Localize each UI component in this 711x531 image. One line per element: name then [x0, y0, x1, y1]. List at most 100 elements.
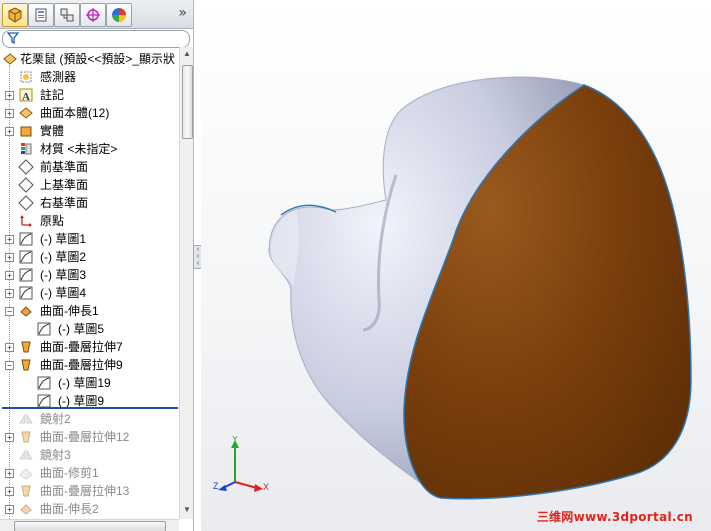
tree-item-label: 曲面本體(12)	[40, 106, 110, 120]
scroll-up-icon[interactable]: ▲	[181, 49, 193, 61]
mirror-icon	[19, 413, 33, 424]
tree-item-label: 曲面-修剪1	[40, 466, 99, 480]
tree-vertical-scrollbar[interactable]: ▲ ▼	[179, 47, 193, 519]
tree-filter-field[interactable]	[2, 30, 190, 48]
triad-x-label: X	[263, 482, 269, 492]
tree-item[interactable]: (-) 草圖5	[0, 320, 179, 338]
triad-z-label: Z	[213, 481, 219, 491]
expand-toggle[interactable]: +	[5, 469, 14, 478]
tree-item[interactable]: + 實體	[0, 122, 179, 140]
expand-toggle[interactable]: +	[5, 253, 14, 262]
dimxpert-manager-icon	[86, 8, 100, 22]
surface-loft-icon	[21, 485, 31, 497]
sketch-icon	[19, 268, 33, 282]
tree-item[interactable]: − 曲面-疊層拉伸9	[0, 356, 179, 374]
tree-item-label: (-) 草圖5	[58, 322, 104, 336]
expand-toggle[interactable]: +	[5, 91, 14, 100]
expand-toggle[interactable]: +	[5, 343, 14, 352]
tree-horizontal-scrollbar[interactable]	[0, 519, 179, 531]
tab-display-manager[interactable]	[106, 3, 132, 27]
tree-item-label: (-) 草圖3	[40, 268, 86, 282]
tab-property-manager[interactable]	[28, 3, 54, 27]
tree-item[interactable]: + (-) 草圖3	[0, 266, 179, 284]
tree-item[interactable]: 感測器	[0, 68, 179, 86]
annotation-icon: A	[19, 88, 33, 103]
tree-item[interactable]: + A 註記	[0, 86, 179, 104]
tree-item-label: 曲面-疊層拉伸9	[40, 358, 123, 372]
tree-item[interactable]: − 曲面-伸長1	[0, 302, 179, 320]
tree-item-label: 感測器	[40, 70, 77, 84]
surface-loft-icon	[21, 431, 31, 443]
tree-item[interactable]: 鏡射2	[0, 410, 179, 428]
tree-item[interactable]: + 曲面本體(12)	[0, 104, 179, 122]
tree-item[interactable]: 原點	[0, 212, 179, 230]
tree-item-label: 曲面-疊層拉伸13	[40, 484, 130, 498]
expand-toggle[interactable]: +	[5, 505, 14, 514]
scroll-thumb[interactable]	[182, 65, 193, 139]
tree-item-label: 鏡射3	[40, 448, 71, 462]
surface-trim-icon	[19, 468, 33, 480]
tree-item[interactable]: 鏡射3	[0, 446, 179, 464]
tree-item[interactable]: + 曲面-伸長2	[0, 500, 179, 518]
filter-icon	[7, 32, 19, 44]
tree-item-label: (-) 草圖4	[40, 286, 86, 300]
graphics-area[interactable]: Y X Z 三维网www.3dportal.cn	[201, 0, 711, 531]
tabs-overflow-button[interactable]: »	[178, 5, 187, 21]
feature-tree: 花栗鼠 (預設<<預設>_顯示狀 感測器 + A 註記 + 曲面本體(12) + 實體 材質 <未…	[0, 47, 179, 519]
plane-icon	[18, 177, 34, 193]
tab-configuration-manager[interactable]	[54, 3, 80, 27]
tree-item[interactable]: + 曲面-疊層拉伸7	[0, 338, 179, 356]
tree-item-label: (-) 草圖1	[40, 232, 86, 246]
expand-toggle[interactable]: +	[5, 127, 14, 136]
plane-icon	[18, 195, 34, 211]
triad-y-label: Y	[232, 436, 238, 444]
tree-item-label: (-) 草圖19	[58, 376, 111, 390]
collapse-toggle[interactable]: −	[5, 361, 14, 370]
tab-dimxpert-manager[interactable]	[80, 3, 106, 27]
tree-item-label: 材質 <未指定>	[40, 142, 118, 156]
tree-item[interactable]: 右基準面	[0, 194, 179, 212]
tree-item[interactable]: 材質 <未指定>	[0, 140, 179, 158]
feature-manager-icon	[8, 7, 22, 23]
collapse-toggle[interactable]: −	[5, 307, 14, 316]
scroll-down-icon[interactable]: ▼	[181, 505, 193, 517]
tree-item[interactable]: 上基準面	[0, 176, 179, 194]
expand-toggle[interactable]: +	[5, 109, 14, 118]
tree-item[interactable]: 前基準面	[0, 158, 179, 176]
tree-item[interactable]: + (-) 草圖2	[0, 248, 179, 266]
tree-root-part[interactable]: 花栗鼠 (預設<<預設>_顯示狀	[0, 50, 179, 68]
sensor-icon	[20, 71, 32, 83]
tree-item[interactable]: + (-) 草圖4	[0, 284, 179, 302]
tree-item[interactable]: + 曲面-疊層拉伸13	[0, 482, 179, 500]
tree-root-label: 花栗鼠 (預設<<預設>_顯示狀	[20, 52, 176, 66]
rollback-bar[interactable]	[2, 407, 178, 409]
sketch-icon	[37, 322, 51, 336]
tree-item-label: (-) 草圖2	[40, 250, 86, 264]
display-manager-icon	[112, 8, 126, 22]
tree-item-label: 曲面-伸長2	[40, 502, 99, 516]
watermark: 三维网www.3dportal.cn	[536, 510, 693, 524]
snout-shading	[270, 210, 299, 285]
expand-toggle[interactable]: +	[5, 433, 14, 442]
expand-toggle[interactable]: +	[5, 235, 14, 244]
tree-item-label: 實體	[40, 124, 65, 138]
tab-feature-manager[interactable]	[2, 3, 28, 27]
view-orientation-triad: Y X Z	[213, 436, 269, 492]
surface-bodies-icon	[19, 107, 33, 119]
chipmunk-head-model	[268, 76, 692, 500]
expand-toggle[interactable]: +	[5, 487, 14, 496]
tree-item[interactable]: + (-) 草圖1	[0, 230, 179, 248]
horizontal-scroll-thumb[interactable]	[14, 521, 166, 531]
tree-item[interactable]: (-) 草圖19	[0, 374, 179, 392]
tree-item[interactable]: + 曲面-修剪1	[0, 464, 179, 482]
tree-item-label: 曲面-伸長1	[40, 304, 99, 318]
expand-toggle[interactable]: +	[5, 271, 14, 280]
tree-item[interactable]: + 曲面-疊層拉伸12	[0, 428, 179, 446]
expand-toggle[interactable]: +	[5, 289, 14, 298]
svg-text:A: A	[22, 91, 30, 103]
surface-bodies-icon	[3, 53, 17, 65]
sketch-icon	[37, 376, 51, 390]
property-manager-icon	[35, 8, 47, 22]
tree-item-label: 右基準面	[40, 196, 89, 210]
material-icon	[21, 143, 32, 155]
